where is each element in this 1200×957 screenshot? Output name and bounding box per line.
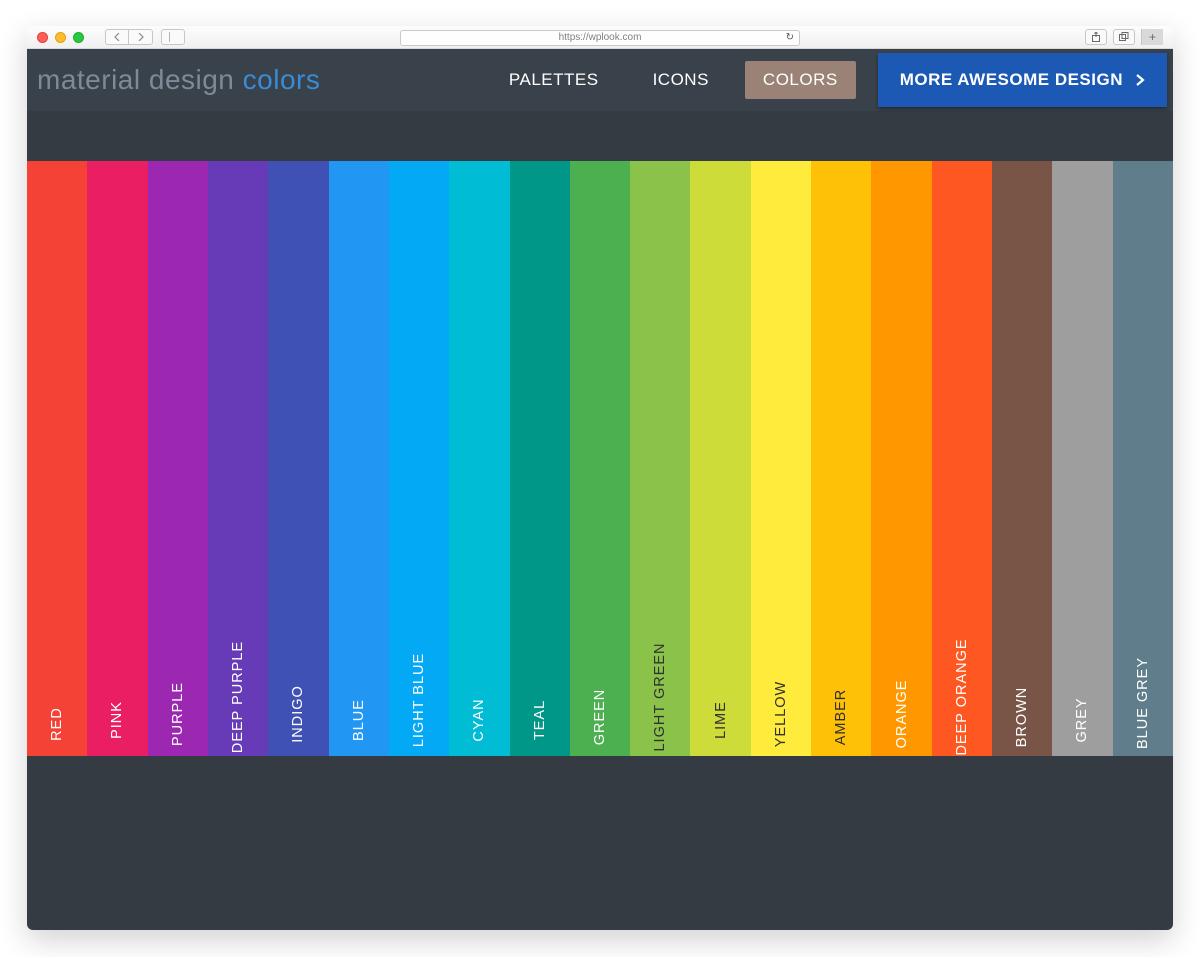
swatch-label: BLUE GREY xyxy=(1135,657,1151,749)
swatch-lime[interactable]: LIME xyxy=(690,161,750,756)
browser-chrome-bar: https://wplook.com ↻ + xyxy=(27,26,1173,49)
chevron-left-icon xyxy=(114,33,120,41)
swatch-cyan[interactable]: CYAN xyxy=(449,161,509,756)
swatch-green[interactable]: GREEN xyxy=(570,161,630,756)
nav-palettes[interactable]: PALETTES xyxy=(491,61,617,99)
brand-title[interactable]: material design colors xyxy=(37,64,320,96)
maximize-window-button[interactable] xyxy=(73,32,84,43)
swatch-label: DEEP PURPLE xyxy=(230,640,246,752)
swatch-label: CYAN xyxy=(471,699,487,742)
chevron-right-icon xyxy=(138,33,144,41)
swatch-label: GREEN xyxy=(592,689,608,746)
swatch-indigo[interactable]: INDIGO xyxy=(268,161,328,756)
swatch-light-green[interactable]: LIGHT GREEN xyxy=(630,161,690,756)
swatch-label: TEAL xyxy=(532,700,548,740)
swatch-label: ORANGE xyxy=(894,679,910,748)
tabs-button[interactable] xyxy=(1113,29,1135,45)
share-button[interactable] xyxy=(1085,29,1107,45)
nav-group xyxy=(105,29,153,45)
minimize-window-button[interactable] xyxy=(55,32,66,43)
swatch-amber[interactable]: AMBER xyxy=(811,161,871,756)
new-tab-button[interactable]: + xyxy=(1141,29,1163,45)
swatch-brown[interactable]: BROWN xyxy=(992,161,1052,756)
url-bar[interactable]: https://wplook.com ↻ xyxy=(400,30,800,46)
back-button[interactable] xyxy=(105,29,129,45)
swatch-yellow[interactable]: YELLOW xyxy=(751,161,811,756)
swatch-grey[interactable]: GREY xyxy=(1052,161,1112,756)
swatch-label: LIGHT BLUE xyxy=(411,653,427,747)
swatch-label: BROWN xyxy=(1014,687,1030,748)
swatch-light-blue[interactable]: LIGHT BLUE xyxy=(389,161,449,756)
swatch-label: PINK xyxy=(109,701,125,739)
swatch-label: LIME xyxy=(713,701,729,739)
swatch-deep-orange[interactable]: DEEP ORANGE xyxy=(932,161,992,756)
swatch-label: PURPLE xyxy=(170,682,186,746)
swatch-deep-purple[interactable]: DEEP PURPLE xyxy=(208,161,268,756)
swatch-label: DEEP ORANGE xyxy=(954,638,970,755)
sidebar-toggle-button[interactable] xyxy=(161,29,185,45)
brand-suffix: colors xyxy=(243,64,321,95)
forward-button[interactable] xyxy=(129,29,153,45)
swatch-label: RED xyxy=(49,707,65,741)
tabs-icon xyxy=(1119,32,1129,42)
url-text: https://wplook.com xyxy=(559,32,642,43)
swatch-blue-grey[interactable]: BLUE GREY xyxy=(1113,161,1173,756)
right-chrome-controls: + xyxy=(1079,29,1163,45)
swatch-label: INDIGO xyxy=(290,685,306,743)
browser-window: https://wplook.com ↻ + material des xyxy=(27,26,1173,930)
swatch-teal[interactable]: TEAL xyxy=(510,161,570,756)
swatch-pink[interactable]: PINK xyxy=(87,161,147,756)
reload-button[interactable]: ↻ xyxy=(786,31,794,45)
swatch-row: RED PINK PURPLE DEEP PURPLE INDIGO BLUE LIGHT … xyxy=(27,161,1173,756)
swatch-red[interactable]: RED xyxy=(27,161,87,756)
share-icon xyxy=(1091,32,1101,42)
swatch-label: YELLOW xyxy=(773,680,789,746)
brand-prefix: material design xyxy=(37,64,243,95)
nav-icons[interactable]: ICONS xyxy=(635,61,727,99)
chevron-right-icon xyxy=(1135,73,1145,87)
swatch-label: GREY xyxy=(1074,698,1090,743)
page-body: material design colors PALETTES ICONS CO… xyxy=(27,49,1173,930)
swatch-label: LIGHT GREEN xyxy=(652,642,668,751)
swatch-purple[interactable]: PURPLE xyxy=(148,161,208,756)
swatch-blue[interactable]: BLUE xyxy=(329,161,389,756)
swatch-label: AMBER xyxy=(833,689,849,746)
cta-label: MORE AWESOME DESIGN xyxy=(900,70,1123,90)
page-header: material design colors PALETTES ICONS CO… xyxy=(27,49,1173,111)
close-window-button[interactable] xyxy=(37,32,48,43)
cta-button[interactable]: MORE AWESOME DESIGN xyxy=(878,53,1167,107)
header-gap xyxy=(27,111,1173,161)
nav-colors[interactable]: COLORS xyxy=(745,61,856,99)
swatch-orange[interactable]: ORANGE xyxy=(871,161,931,756)
swatch-label: BLUE xyxy=(351,699,367,741)
window-controls xyxy=(37,32,91,43)
main-nav: PALETTES ICONS COLORS xyxy=(491,61,856,99)
